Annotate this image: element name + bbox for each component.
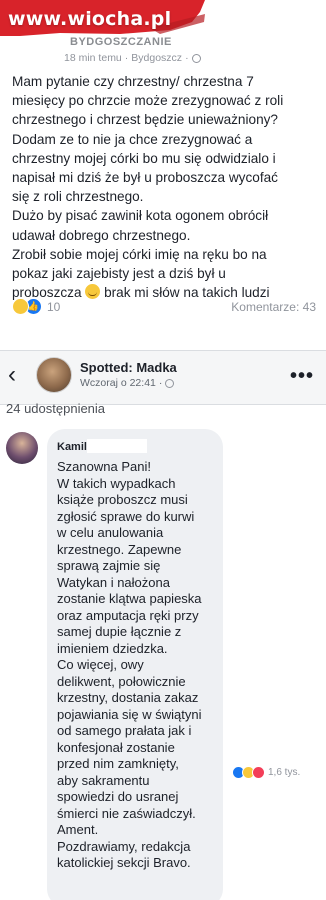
- love-reaction-icon: [252, 766, 265, 779]
- comment-line: samej dupie łącznie z: [57, 624, 182, 639]
- post-place[interactable]: Bydgoszcz: [131, 52, 182, 64]
- post-line: napisał mi dziś że był u proboszcza wyco…: [12, 170, 278, 186]
- post-line: chrzestnego i chrzest będzie unieważnion…: [12, 112, 278, 128]
- comment-line: zgłosić sprawe do kurwi: [57, 508, 195, 524]
- post-line: Dużo by pisać zawinił kota ogonem obróci…: [12, 208, 269, 224]
- comment-line: przed nim zamknięty,: [57, 756, 179, 771]
- post-line: się z roli chrzestnego.: [12, 189, 144, 205]
- page-name[interactable]: Spotted: Madka: [80, 360, 177, 375]
- meta-separator: ·: [185, 52, 189, 64]
- comment-text: Szanowna Pani! W takich wypadkach książe…: [57, 459, 222, 872]
- comment-reaction-summary[interactable]: 1,6 tys.: [232, 766, 300, 779]
- comment-line: zostanie klątwa papieska: [57, 591, 202, 606]
- meta-separator: ·: [158, 377, 163, 389]
- post-card-question: www.wiocha.pl BYDGOSZCZANIE 18 min temu …: [0, 0, 326, 350]
- comment-line: pojawiania się w świątyni: [57, 706, 202, 722]
- comment-line: książe proboszcz musi: [57, 492, 188, 507]
- comment-bubble: Kamil Szanowna Pani! W takich wypadkach …: [47, 429, 223, 900]
- comment-reaction-count: 1,6 tys.: [268, 767, 301, 778]
- comment-line: konfesjonał zostanie: [57, 739, 175, 755]
- comment-line: delikwent, połowicznie: [57, 673, 186, 689]
- comment-line: imieniem dziedzka.: [57, 640, 168, 656]
- post-line: Zrobił sobie mojej córki imię na ręku bo…: [12, 246, 267, 262]
- smiley-emoji-icon: [85, 284, 101, 300]
- post-meta: 18 min temu · Bydgoszcz ·: [64, 52, 201, 64]
- post-line: Mam pytanie czy chrzestny/ chrzestna 7: [12, 74, 254, 89]
- post-footer: 👍 10 Komentarze: 43: [12, 298, 316, 315]
- watermark-text: www.wiocha.pl: [8, 8, 172, 30]
- post-body: Mam pytanie czy chrzestny/ chrzestna 7 m…: [12, 72, 318, 302]
- redacted-surname: [87, 439, 147, 453]
- post-author-name[interactable]: BYDGOSZCZANIE: [70, 36, 172, 48]
- post-line: Dodam ze to nie ja chce zrezygnować a: [12, 131, 253, 147]
- comment-line: katolickiej sekcji Bravo.: [57, 855, 191, 870]
- comment-line: Co więcej, owy: [57, 657, 144, 672]
- page-avatar[interactable]: [36, 357, 72, 393]
- reaction-summary[interactable]: 👍 10: [12, 298, 60, 315]
- comment-section: 24 udostępnienia Kamil Szanowna Pani! W …: [0, 401, 326, 900]
- comment-line: w celu anulowania: [57, 525, 164, 540]
- globe-icon: [191, 53, 201, 63]
- comment-line: od samego prałata jak i: [57, 723, 192, 738]
- comment-line: sprawą zajmie się: [57, 558, 161, 573]
- comment-line: aby sakramentu: [57, 772, 150, 788]
- post-line: pokaz jaki zajebisty jest a dziś był u: [12, 266, 226, 282]
- page-post-meta: Wczoraj o 22:41 ·: [80, 377, 175, 389]
- comment-line: oraz amputacja ręki przy: [57, 607, 199, 623]
- globe-icon: [165, 378, 175, 388]
- comment-line: Ament.: [57, 822, 99, 837]
- commenter-avatar[interactable]: [6, 432, 38, 464]
- page-post-time[interactable]: Wczoraj o 22:41: [80, 377, 156, 389]
- reaction-count: 10: [47, 299, 61, 314]
- meta-separator: ·: [124, 52, 129, 64]
- comments-count[interactable]: Komentarze: 43: [231, 300, 316, 314]
- comment-line: Szanowna Pani!: [57, 459, 151, 474]
- comment-line: spowiedzi do usranej: [57, 789, 179, 804]
- post-time[interactable]: 18 min temu: [64, 52, 122, 64]
- comment-line: Pozdrawiamy, redakcja: [57, 838, 191, 854]
- back-arrow-icon[interactable]: ‹: [8, 363, 16, 387]
- comment-line: śmierci nie zaświadczył.: [57, 805, 196, 821]
- comment-line: krzestnego. Zapewne: [57, 541, 182, 557]
- comment-line: krzestny, dostania zakaz: [57, 690, 199, 705]
- post-line: chrzestny mojej córki bo mu się odwidzia…: [12, 150, 276, 166]
- page-post-header: ‹ Spotted: Madka Wczoraj o 22:41 · •••: [0, 350, 326, 405]
- post-line: miesięcy po chrzcie może zrezygnować z r…: [12, 93, 284, 109]
- shares-count[interactable]: 24 udostępnienia: [6, 401, 105, 416]
- more-options-icon[interactable]: •••: [290, 365, 314, 388]
- comment-line: Watykan i nałożona: [57, 574, 170, 590]
- comment-author-name[interactable]: Kamil: [57, 441, 87, 453]
- comment-line: W takich wypadkach: [57, 475, 176, 491]
- post-line: udawał dobrego chrzestnego.: [12, 227, 191, 243]
- haha-reaction-icon: [12, 298, 29, 315]
